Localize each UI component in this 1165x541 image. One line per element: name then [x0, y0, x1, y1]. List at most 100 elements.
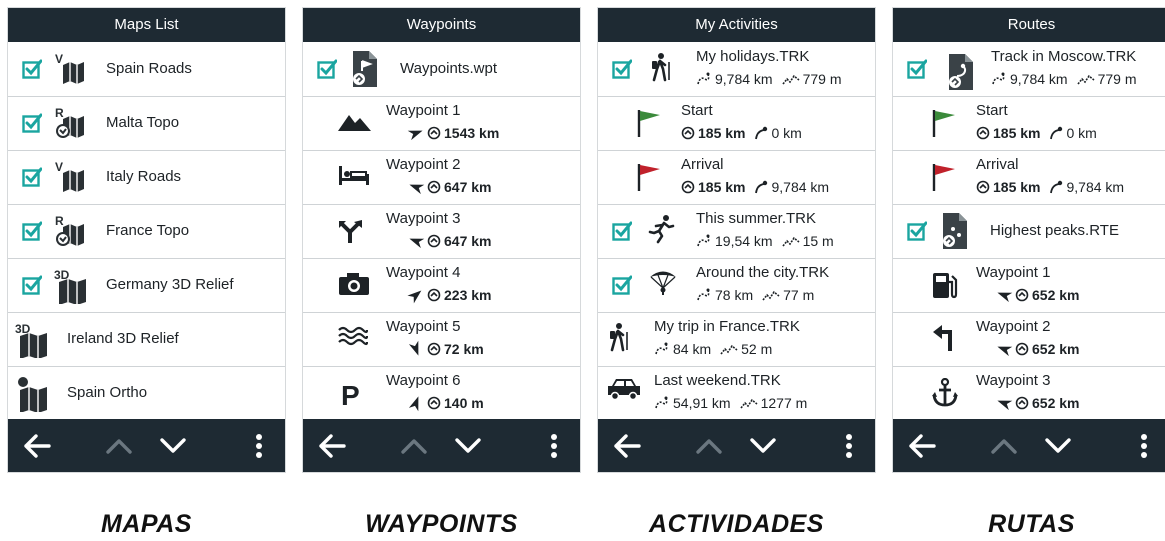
mountain-icon — [338, 110, 372, 132]
map-list-item[interactable]: V Spain Roads — [8, 42, 285, 97]
relief-3d-map-icon: 3D — [14, 322, 54, 358]
checkbox-checked-icon[interactable] — [22, 221, 42, 241]
track-stats: 84 km 52 m — [654, 341, 772, 357]
waypoint-list-item[interactable]: Waypoint 3 647 km — [303, 204, 580, 259]
back-arrow-icon[interactable] — [604, 419, 650, 472]
track-point-along: 9,784 km — [1066, 179, 1125, 195]
waypoint-list-item[interactable]: Waypoint 4 223 km — [303, 258, 580, 313]
checkbox-checked-icon[interactable] — [907, 221, 927, 241]
scroll-down-icon[interactable] — [1035, 419, 1081, 472]
map-list-item[interactable]: R France Topo — [8, 204, 285, 259]
waypoint-meta: 1543 km — [407, 125, 499, 141]
track-name: This summer.TRK — [696, 210, 817, 227]
waypoint-list-item[interactable]: P Waypoint 6 140 m — [303, 366, 580, 421]
runner-icon — [648, 214, 676, 244]
checkbox-checked-icon[interactable] — [22, 113, 42, 133]
fuel-icon — [931, 270, 959, 300]
waypoint-list-item[interactable]: Waypoint 5 72 km — [303, 312, 580, 367]
waypoint-meta: 72 km — [408, 340, 484, 357]
waypoint-distance: 647 km — [444, 233, 492, 249]
track-list-item[interactable]: My holidays.TRK 9,784 km 779 m — [598, 42, 875, 97]
scroll-down-icon[interactable] — [740, 419, 786, 472]
maps-list-panel: Maps List V Spain Roads R Malta Topo V Italy … — [8, 8, 285, 472]
route-waypoint-name: Waypoint 3 — [976, 372, 1051, 389]
route-waypoint-item[interactable]: Waypoint 2 652 km — [893, 312, 1165, 367]
activities-footer-bar — [598, 419, 875, 472]
route-waypoint-distance: 652 km — [1032, 341, 1080, 357]
map-name: Germany 3D Relief — [106, 276, 234, 293]
distance-along-icon — [754, 179, 768, 195]
checkbox-checked-icon[interactable] — [612, 221, 632, 241]
checkbox-checked-icon[interactable] — [612, 275, 632, 295]
scroll-up-icon[interactable] — [686, 419, 732, 472]
checkbox-checked-icon[interactable] — [22, 59, 42, 79]
relief-3d-map-icon: 3D — [53, 268, 93, 304]
track-point-name: Arrival — [976, 156, 1019, 173]
routes-header: Routes — [893, 8, 1165, 42]
checkbox-checked-icon[interactable] — [317, 59, 337, 79]
route-waypoint-meta: 652 km — [996, 341, 1079, 357]
track-point-item[interactable]: Start 185 km 0 km — [598, 96, 875, 151]
route-list-item[interactable]: Highest peaks.RTE — [893, 204, 1165, 259]
maps-list-header: Maps List — [8, 8, 285, 42]
track-list-item[interactable]: Around the city.TRK 78 km 77 m — [598, 258, 875, 313]
map-name: Ireland 3D Relief — [67, 330, 179, 347]
track-point-item[interactable]: Start 185 km 0 km — [893, 96, 1165, 151]
track-elevation: 779 m — [1097, 71, 1137, 87]
more-menu-icon[interactable] — [244, 419, 274, 472]
route-waypoint-item[interactable]: Waypoint 3 652 km — [893, 366, 1165, 421]
bearing-arrow-icon — [408, 340, 424, 356]
distance-along-icon — [1049, 125, 1063, 141]
waypoint-list-item[interactable]: Waypoint 2 647 km — [303, 150, 580, 205]
back-arrow-icon[interactable] — [899, 419, 945, 472]
camera-icon — [338, 272, 370, 296]
track-point-distance: 185 km — [698, 179, 746, 195]
waypoint-file-item[interactable]: Waypoints.wpt — [303, 42, 580, 97]
elevation-gain-icon — [781, 73, 800, 85]
checkbox-checked-icon[interactable] — [22, 167, 42, 187]
more-menu-icon[interactable] — [834, 419, 864, 472]
map-list-item[interactable]: 3D Germany 3D Relief — [8, 258, 285, 313]
back-arrow-icon[interactable] — [14, 419, 60, 472]
distance-icon — [427, 288, 441, 302]
waypoint-name: Waypoint 1 — [386, 102, 461, 119]
map-list-item[interactable]: Spain Ortho — [8, 366, 285, 421]
map-list-item[interactable]: R Malta Topo — [8, 96, 285, 151]
raster-map-icon: R — [53, 106, 87, 140]
scroll-up-icon[interactable] — [96, 419, 142, 472]
track-list-item[interactable]: Last weekend.TRK 54,91 km 1277 m — [598, 366, 875, 421]
checkbox-checked-icon[interactable] — [612, 59, 632, 79]
waypoint-list-item[interactable]: Waypoint 1 1543 km — [303, 96, 580, 151]
routes-footer-bar — [893, 419, 1165, 472]
checkbox-checked-icon[interactable] — [907, 59, 927, 79]
track-elevation: 779 m — [802, 71, 842, 87]
waypoints-panel: Waypoints Waypoints.wpt Waypoint 1 1543 km… — [303, 8, 580, 472]
track-point-along: 0 km — [771, 125, 802, 141]
route-waypoint-item[interactable]: Waypoint 1 652 km — [893, 258, 1165, 313]
checkbox-checked-icon[interactable] — [22, 275, 42, 295]
track-point-item[interactable]: Arrival 185 km 9,784 km — [598, 150, 875, 205]
scroll-down-icon[interactable] — [150, 419, 196, 472]
route-waypoint-meta: 652 km — [996, 287, 1079, 303]
back-arrow-icon[interactable] — [309, 419, 355, 472]
map-list-item[interactable]: 3D Ireland 3D Relief — [8, 312, 285, 367]
scroll-down-icon[interactable] — [445, 419, 491, 472]
distance-icon — [427, 342, 441, 356]
bearing-arrow-icon — [996, 288, 1013, 303]
bearing-arrow-icon — [996, 342, 1013, 357]
map-list-item[interactable]: V Italy Roads — [8, 150, 285, 205]
track-point-meta: 185 km 0 km — [976, 125, 1097, 141]
more-menu-icon[interactable] — [1129, 419, 1159, 472]
track-list-item[interactable]: Track in Moscow.TRK 9,784 km 779 m — [893, 42, 1165, 97]
distance-icon — [681, 126, 695, 140]
map-name: Spain Ortho — [67, 384, 148, 401]
track-point-item[interactable]: Arrival 185 km 9,784 km — [893, 150, 1165, 205]
scroll-up-icon[interactable] — [391, 419, 437, 472]
distance-icon — [1015, 396, 1029, 410]
scroll-up-icon[interactable] — [981, 419, 1027, 472]
map-name: Italy Roads — [106, 168, 182, 185]
track-point-meta: 185 km 9,784 km — [976, 179, 1124, 195]
more-menu-icon[interactable] — [539, 419, 569, 472]
track-list-item[interactable]: This summer.TRK 19,54 km 15 m — [598, 204, 875, 259]
track-list-item[interactable]: My trip in France.TRK 84 km 52 m — [598, 312, 875, 367]
